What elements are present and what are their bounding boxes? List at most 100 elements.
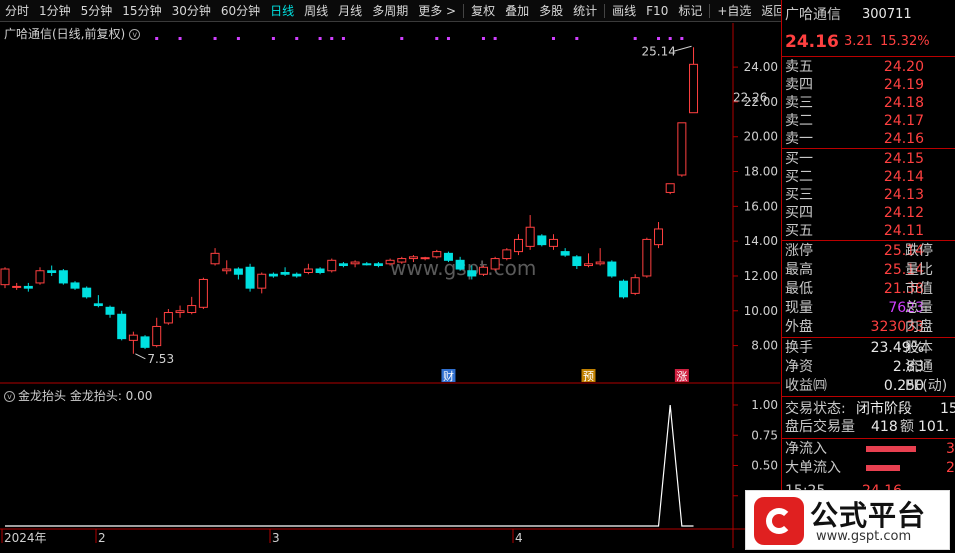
toolbar-item[interactable]: 多股 (534, 0, 568, 22)
candle-body (502, 249, 512, 260)
stat-row: 最高 25.14 量比 (782, 261, 955, 279)
signal-dot (155, 37, 159, 40)
candle-body (619, 280, 629, 298)
bid-level-label: 买二 (785, 169, 813, 185)
divider (782, 438, 955, 439)
bid-level-value: 24.11 (883, 223, 924, 239)
bid-level-value: 24.14 (883, 169, 924, 185)
ask-level-label: 卖二 (785, 113, 813, 129)
x-axis-label: 2024年 (4, 531, 47, 545)
price-change-pct: 15.32% (880, 34, 930, 49)
signal-dot (446, 37, 450, 40)
signal-dot (271, 37, 275, 40)
gspt-logo: 公式平台 www.gspt.com (745, 490, 950, 550)
bid-level: 买四 24.12 (782, 204, 955, 222)
toolbar-item[interactable]: 5分钟 (76, 0, 118, 22)
toolbar-item[interactable]: 标记 (673, 0, 707, 22)
candle-body (362, 263, 372, 266)
toolbar-item[interactable]: 画线 (607, 0, 641, 22)
candle-body (607, 261, 617, 277)
candle-body (373, 263, 383, 267)
toolbar-item[interactable]: 日线 (265, 0, 299, 22)
bid-level-value: 24.13 (883, 187, 924, 203)
indicator-title-text: 金龙抬头 金龙抬头: 0.00 (18, 389, 153, 403)
stock-header: 广哈通信 300711 (782, 6, 955, 24)
toolbar-item[interactable]: 1分钟 (34, 0, 76, 22)
toolbar-separator (463, 3, 465, 18)
stat2-row-label: 收益㈣ (785, 378, 827, 394)
signal-dot (633, 37, 637, 40)
divider (782, 148, 955, 149)
low-arrow (135, 353, 146, 360)
stat-row-label2: 量比 (905, 262, 933, 278)
current-price-tag: 22.26 (733, 90, 767, 104)
ask-level-value: 24.16 (883, 131, 924, 147)
toolbar-item[interactable]: 周线 (299, 0, 333, 22)
toolbar-item[interactable]: 更多 > (413, 0, 461, 22)
stat2-row-label2: 流通 (905, 359, 933, 375)
high-label: 25.14 (642, 44, 676, 58)
ask-level-label: 卖四 (785, 77, 813, 93)
toolbar-item[interactable]: +自选 (712, 0, 756, 22)
y-tick-label: 24.00 (744, 60, 778, 74)
toolbar-item[interactable]: 复权 (466, 0, 500, 22)
gspt-logo-url: www.gspt.com (816, 529, 912, 544)
toolbar-item[interactable]: 多周期 (367, 0, 413, 22)
toolbar-separator (709, 3, 711, 18)
stock-name: 广哈通信 (785, 7, 841, 23)
signal-dot (668, 37, 672, 40)
y-tick-label: 14.00 (744, 234, 778, 248)
candle-body (338, 263, 348, 267)
toolbar-item[interactable]: 统计 (568, 0, 602, 22)
candle-body (105, 306, 115, 315)
signal-dot (330, 37, 334, 40)
fund-flow-extra: 2 (946, 460, 955, 476)
toolbar-item[interactable]: 分时 (0, 0, 34, 22)
candle-body (490, 258, 500, 270)
toolbar-item[interactable]: F10 (641, 0, 673, 22)
candle-body (268, 273, 278, 277)
bid-level-value: 24.12 (883, 205, 924, 221)
candle-body (537, 235, 547, 246)
divider (782, 396, 955, 397)
candle-body (233, 268, 243, 275)
toolbar-item[interactable]: 月线 (333, 0, 367, 22)
stat2-row: 净资 2.83 流通 (782, 358, 955, 376)
candle-body (665, 183, 675, 193)
candle-body (82, 287, 92, 298)
indicator-options-icon[interactable]: v (4, 391, 15, 402)
kline-svg[interactable]: 24.0022.0020.0018.0016.0014.0012.0010.00… (0, 23, 780, 548)
fund-flow-row: 净流入 3 (782, 440, 955, 458)
candle-body (152, 325, 162, 347)
stat2-row-label2: PE(动) (905, 378, 948, 394)
toolbar-item[interactable]: 15分钟 (117, 0, 166, 22)
candle-body (315, 268, 325, 273)
kline-chart-area[interactable]: 24.00 22.00 20.00 18.00 16.00 14.00 12.00 10.00… (0, 23, 780, 548)
x-axis-label: 2 (98, 531, 106, 545)
y-tick-label: 8.00 (751, 339, 778, 353)
ask-level: 卖五 24.20 (782, 58, 955, 76)
after-hours-amount: 101. (918, 419, 950, 435)
signal-dot (575, 37, 579, 40)
fund-flow-label: 净流入 (785, 441, 827, 457)
stat-row-label: 外盘 (785, 319, 813, 335)
candle-body (58, 270, 68, 284)
candle-body (128, 334, 138, 341)
candle-body (455, 259, 465, 270)
ask-level-label: 卖一 (785, 131, 813, 147)
after-hours-volume: 418 (871, 419, 898, 435)
stat-row-label: 现量 (785, 300, 813, 316)
toolbar-item[interactable]: 叠加 (500, 0, 534, 22)
chart-options-icon[interactable]: v (129, 29, 141, 40)
candle-body (677, 122, 687, 176)
stat-row-label2: 总量 (905, 300, 933, 316)
candle-body (23, 285, 33, 289)
bid-level-label: 买三 (785, 187, 813, 203)
candle-body (163, 312, 173, 324)
ind-tick-label: 1.00 (751, 398, 778, 412)
bid-level-label: 买四 (785, 205, 813, 221)
toolbar-item[interactable]: 60分钟 (216, 0, 265, 22)
toolbar-item[interactable]: 30分钟 (167, 0, 216, 22)
signal-dot (213, 37, 217, 40)
stat2-row-label: 净资 (785, 359, 813, 375)
